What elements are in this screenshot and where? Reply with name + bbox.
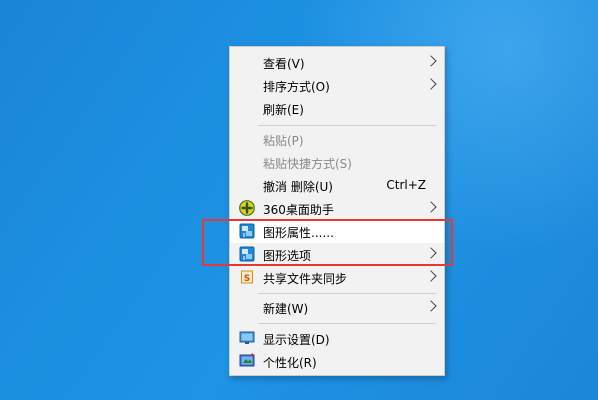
menu-separator [258, 323, 436, 324]
context-menu: 查看(V) 排序方式(O) 刷新(E) 粘贴(P) 粘贴快捷方式(S) 撤消 删… [229, 46, 445, 376]
annotation-highlight-box [202, 219, 453, 266]
chevron-right-icon [425, 201, 437, 213]
sync-folder-icon: S [241, 270, 253, 284]
chevron-right-icon [425, 270, 437, 282]
menu-item-refresh-label: 刷新(E) [263, 103, 304, 117]
menu-item-new[interactable]: 新建(W) [230, 296, 444, 319]
menu-item-360-assistant-label: 360桌面助手 [263, 203, 334, 217]
menu-item-undo-delete-label: 撤消 删除(U) [263, 180, 333, 194]
menu-item-display-settings-label: 显示设置(D) [263, 333, 330, 347]
menu-item-paste-shortcut[interactable]: 粘贴快捷方式(S) [230, 151, 444, 174]
menu-separator [258, 293, 436, 294]
menu-item-personalize[interactable]: 个性化(R) [230, 350, 444, 373]
menu-separator [258, 125, 436, 126]
undo-shortcut-text: Ctrl+Z [386, 178, 426, 192]
menu-item-folder-sync-label: 共享文件夹同步 [263, 272, 348, 286]
monitor-icon [239, 331, 255, 344]
chevron-right-icon [425, 55, 437, 67]
menu-item-refresh[interactable]: 刷新(E) [230, 97, 444, 120]
menu-item-display-settings[interactable]: 显示设置(D) [230, 327, 444, 350]
menu-item-sort[interactable]: 排序方式(O) [230, 74, 444, 97]
menu-item-undo-delete[interactable]: 撤消 删除(U) Ctrl+Z [230, 174, 444, 197]
chevron-right-icon [425, 78, 437, 90]
menu-item-360-assistant[interactable]: 360桌面助手 [230, 197, 444, 220]
personalize-icon [239, 353, 255, 367]
chevron-right-icon [425, 300, 437, 312]
menu-item-view[interactable]: 查看(V) [230, 51, 444, 74]
360-assistant-icon [239, 200, 255, 216]
menu-item-paste-shortcut-label: 粘贴快捷方式(S) [263, 157, 352, 171]
svg-text:S: S [244, 274, 250, 284]
menu-item-view-label: 查看(V) [263, 57, 305, 71]
menu-item-personalize-label: 个性化(R) [263, 356, 317, 370]
menu-item-folder-sync[interactable]: S 共享文件夹同步 [230, 266, 444, 289]
menu-item-new-label: 新建(W) [263, 302, 309, 316]
menu-item-paste-label: 粘贴(P) [263, 134, 304, 148]
menu-item-sort-label: 排序方式(O) [263, 80, 330, 94]
menu-item-paste[interactable]: 粘贴(P) [230, 128, 444, 151]
